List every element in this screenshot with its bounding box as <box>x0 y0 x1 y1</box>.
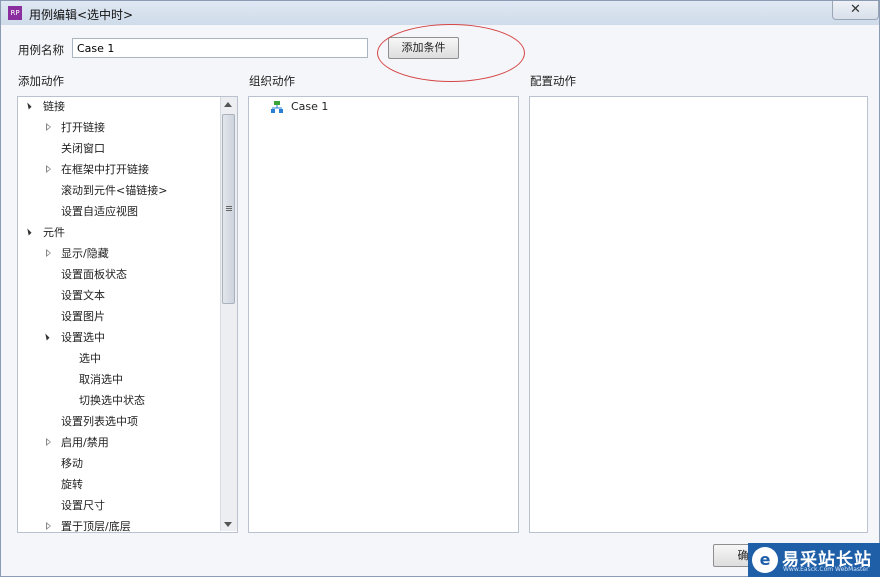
configure-actions-panel <box>529 96 868 533</box>
close-button[interactable]: ✕ <box>832 1 879 20</box>
tree-item[interactable]: 滚动到元件<锚链接> <box>61 180 167 201</box>
tree-item[interactable]: 旋转 <box>61 474 83 495</box>
scroll-thumb[interactable] <box>222 114 235 304</box>
tree-item[interactable]: 设置列表选中项 <box>61 411 138 432</box>
window-title: 用例编辑<选中时> <box>29 8 134 22</box>
tree-item[interactable]: 显示/隐藏 <box>61 243 109 264</box>
organize-actions-heading: 组织动作 <box>249 74 295 88</box>
tree-item[interactable]: 链接 <box>43 96 65 117</box>
tree-item[interactable]: 设置图片 <box>61 306 105 327</box>
scroll-down-arrow-icon[interactable] <box>224 522 232 527</box>
tree-item[interactable]: 选中 <box>79 348 101 369</box>
collapsed-triangle-icon[interactable] <box>46 438 51 446</box>
case-node[interactable]: Case 1 <box>291 96 328 117</box>
tree-item[interactable]: 设置自适应视图 <box>61 201 138 222</box>
organize-actions-panel <box>248 96 519 533</box>
collapsed-triangle-icon[interactable] <box>46 165 51 173</box>
configure-actions-heading: 配置动作 <box>530 74 576 88</box>
watermark: e 易采站长站 Www.Easck.Com WebMaster <box>748 543 880 577</box>
add-actions-heading: 添加动作 <box>18 74 64 88</box>
highlight-ellipse <box>377 24 525 82</box>
title-bar[interactable]: RP 用例编辑<选中时> ✕ <box>1 1 879 25</box>
tree-item[interactable]: 元件 <box>43 222 65 243</box>
tree-item[interactable]: 切换选中状态 <box>79 390 145 411</box>
case-tree-icon <box>271 101 283 113</box>
tree-item[interactable]: 设置文本 <box>61 285 105 306</box>
tree-item[interactable]: 启用/禁用 <box>61 432 109 453</box>
app-icon: RP <box>8 6 22 20</box>
collapsed-triangle-icon[interactable] <box>46 249 51 257</box>
tree-item[interactable]: 关闭窗口 <box>61 138 105 159</box>
watermark-subtext: Www.Easck.Com WebMaster <box>783 566 869 573</box>
tree-item[interactable]: 取消选中 <box>79 369 123 390</box>
tree-item[interactable]: 移动 <box>61 453 83 474</box>
tree-item[interactable]: 置于顶层/底层 <box>61 516 131 537</box>
collapsed-triangle-icon[interactable] <box>46 522 51 530</box>
scroll-up-arrow-icon[interactable] <box>224 102 232 107</box>
tree-item[interactable]: 设置尺寸 <box>61 495 105 516</box>
tree-item[interactable]: 在框架中打开链接 <box>61 159 149 180</box>
grip-icon <box>226 206 232 207</box>
tree-item[interactable]: 设置选中 <box>61 327 105 348</box>
tree-scrollbar[interactable] <box>220 97 237 531</box>
watermark-logo-icon: e <box>752 547 778 573</box>
tree-item[interactable]: 打开链接 <box>61 117 105 138</box>
tree-item[interactable]: 设置面板状态 <box>61 264 127 285</box>
collapsed-triangle-icon[interactable] <box>46 123 51 131</box>
case-name-input[interactable] <box>72 38 368 58</box>
case-name-label: 用例名称 <box>18 43 64 57</box>
